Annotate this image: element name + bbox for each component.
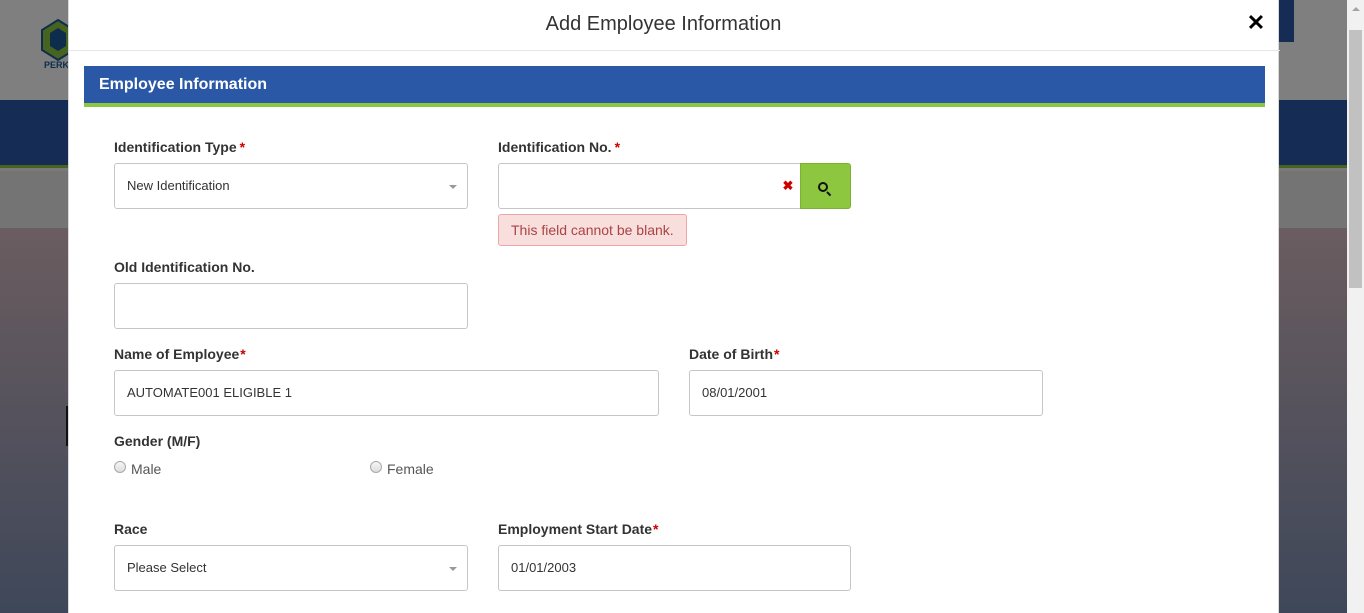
employment-start-date-label-text: Employment Start Date [498,521,653,537]
scrollbar-thumb[interactable] [1349,30,1362,288]
identification-type-select[interactable]: New Identification [114,163,468,209]
race-select[interactable]: Please Select [114,545,468,591]
section-header: Employee Information [84,66,1265,107]
gender-male-radio[interactable] [114,461,126,473]
section-title: Employee Information [99,76,268,93]
modal-title: Add Employee Information [545,13,782,35]
employee-name-input[interactable]: AUTOMATE001 ELIGIBLE 1 [114,370,659,416]
required-marker: * [239,139,246,155]
add-employee-modal: Add Employee Information ✕ Employee Info… [68,0,1280,613]
modal-header: Add Employee Information ✕ [69,0,1280,51]
search-icon-handle [826,191,832,197]
required-marker: * [614,139,621,155]
employee-name-label: Name of Employee* [114,346,246,362]
page-scrollbar[interactable] [1347,0,1364,613]
date-of-birth-input[interactable]: 08/01/2001 [689,370,1043,416]
race-label: Race [114,521,148,537]
old-identification-no-label: Old Identification No. [114,259,255,275]
old-identification-no-input[interactable] [114,283,468,329]
gender-female-label[interactable]: Female [387,461,434,477]
identification-no-input[interactable]: ✖ [498,163,801,209]
date-of-birth-value: 08/01/2001 [702,385,768,400]
required-marker: * [774,346,780,362]
date-of-birth-label: Date of Birth* [689,346,779,362]
identification-type-label-text: Identification Type [114,139,237,155]
chevron-down-icon [449,185,457,189]
identification-no-label: Identification No. * [498,139,620,155]
identification-no-error: This field cannot be blank. [498,214,687,246]
required-marker: * [653,521,659,537]
date-of-birth-label-text: Date of Birth [689,346,773,362]
identification-type-value: New Identification [127,178,230,193]
clear-icon[interactable]: ✖ [782,164,794,208]
scroll-up-arrow-icon[interactable] [1347,0,1364,17]
identification-no-label-text: Identification No. [498,139,612,155]
chevron-down-icon [449,567,457,571]
race-value: Please Select [127,560,207,575]
employment-start-date-value: 01/01/2003 [511,560,577,575]
employment-start-date-label: Employment Start Date* [498,521,659,537]
search-button[interactable] [800,163,851,209]
identification-type-label: Identification Type * [114,139,245,155]
gender-female-radio[interactable] [370,461,382,473]
employment-start-date-input[interactable]: 01/01/2003 [498,545,851,591]
employee-name-label-text: Name of Employee [114,346,240,362]
gender-label: Gender (M/F) [114,433,201,449]
gender-male-label[interactable]: Male [131,461,161,477]
required-marker: * [240,346,246,362]
close-icon[interactable]: ✕ [1245,12,1267,34]
employee-name-value: AUTOMATE001 ELIGIBLE 1 [127,385,292,400]
search-icon [818,182,828,192]
